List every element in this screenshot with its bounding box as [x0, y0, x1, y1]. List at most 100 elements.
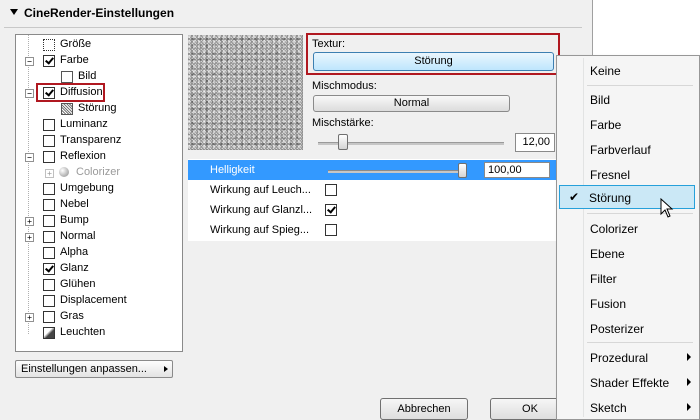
tree-item-umgebung[interactable]: Umgebung: [16, 181, 182, 197]
menu-item-keine[interactable]: Keine: [559, 59, 695, 81]
menu-item-fusion[interactable]: Fusion: [559, 292, 695, 314]
tree-item-label: Farbe: [60, 54, 89, 66]
mix-mode-dropdown[interactable]: Normal: [313, 95, 510, 112]
tree-item-bump[interactable]: + Bump: [16, 213, 182, 229]
menu-item-prozedural[interactable]: Prozedural: [559, 346, 695, 368]
tree-item-stoerung[interactable]: Störung: [16, 101, 182, 117]
menu-item-shader-effekte[interactable]: Shader Effekte: [559, 371, 695, 393]
check-icon: ✔: [569, 190, 580, 204]
expand-icon[interactable]: +: [25, 313, 34, 322]
slider-thumb[interactable]: [458, 163, 467, 178]
checkbox-farbe[interactable]: [43, 55, 55, 67]
property-name: Wirkung auf Glanzl...: [210, 204, 313, 216]
mix-strength-label: Mischstärke:: [312, 117, 374, 129]
checkbox-bump[interactable]: [43, 215, 55, 227]
checkbox-glanz[interactable]: [43, 263, 55, 275]
checkbox-umgebung[interactable]: [43, 183, 55, 195]
tree-item-gras[interactable]: + Gras: [16, 309, 182, 325]
property-row[interactable]: Wirkung auf Spieg...: [188, 220, 558, 240]
menu-item-label: Prozedural: [590, 351, 649, 365]
menu-item-label: Shader Effekte: [590, 376, 670, 390]
tree-item-colorizer[interactable]: + Colorizer: [16, 165, 182, 181]
menu-item-farbverlauf[interactable]: Farbverlauf: [559, 138, 695, 160]
channel-tree[interactable]: Größe − Farbe Bild − Diffusion Störung L…: [15, 34, 183, 352]
tree-item-transparenz[interactable]: Transparenz: [16, 133, 182, 149]
menu-item-posterizer[interactable]: Posterizer: [559, 317, 695, 339]
collapse-icon[interactable]: −: [25, 89, 34, 98]
slider-thumb[interactable]: [338, 134, 348, 150]
checkbox-normal[interactable]: [43, 231, 55, 243]
submenu-arrow-icon: [687, 403, 691, 411]
collapse-icon[interactable]: −: [25, 153, 34, 162]
brightness-input[interactable]: 100,00: [484, 162, 550, 178]
tree-item-label: Alpha: [60, 246, 89, 258]
collapse-icon[interactable]: −: [25, 57, 34, 66]
tree-item-label: Gras: [60, 310, 84, 322]
tree-item-normal[interactable]: + Normal: [16, 229, 182, 245]
property-checkbox[interactable]: [325, 224, 337, 236]
checkbox-nebel[interactable]: [43, 199, 55, 211]
checkbox-transparenz[interactable]: [43, 135, 55, 147]
menu-item-label: Ebene: [590, 247, 625, 261]
menu-item-farbe[interactable]: Farbe: [559, 113, 695, 135]
tree-item-farbe[interactable]: − Farbe: [16, 53, 182, 69]
texture-preview: [188, 35, 303, 150]
tree-item-label: Glühen: [60, 278, 96, 290]
checkbox-gras[interactable]: [43, 311, 55, 323]
property-row[interactable]: Wirkung auf Leuch...: [188, 180, 558, 200]
checkbox-size[interactable]: [43, 39, 55, 51]
menu-item-colorizer[interactable]: Colorizer: [559, 217, 695, 239]
submenu-arrow-icon: [687, 353, 691, 361]
property-row-helligkeit[interactable]: Helligkeit 100,00: [188, 160, 558, 180]
tree-item-label: Störung: [78, 102, 117, 114]
menu-item-label: Fresnel: [590, 168, 631, 182]
tree-item-reflexion[interactable]: − Reflexion: [16, 149, 182, 165]
tree-item-nebel[interactable]: Nebel: [16, 197, 182, 213]
property-row[interactable]: Wirkung auf Glanzl...: [188, 200, 558, 220]
tree-item-label: Transparenz: [60, 134, 122, 146]
checkbox-reflexion[interactable]: [43, 151, 55, 163]
tree-item-groesse[interactable]: Größe: [16, 37, 182, 53]
tree-item-label: Normal: [60, 230, 96, 242]
menu-item-ebene[interactable]: Ebene: [559, 242, 695, 264]
menu-item-label: Filter: [590, 272, 617, 286]
checkbox-displacement[interactable]: [43, 295, 55, 307]
checkbox-luminanz[interactable]: [43, 119, 55, 131]
property-checkbox[interactable]: [325, 204, 337, 216]
property-checkbox[interactable]: [325, 184, 337, 196]
brightness-slider[interactable]: [328, 170, 462, 173]
menu-item-label: Fusion: [590, 297, 627, 311]
collapse-triangle-icon[interactable]: [10, 9, 18, 15]
tree-item-gluehen[interactable]: Glühen: [16, 277, 182, 293]
menu-item-label: Farbe: [590, 118, 622, 132]
mix-strength-input[interactable]: 12,00: [515, 133, 555, 152]
glow-icon[interactable]: [43, 327, 55, 339]
cancel-button[interactable]: Abbrechen: [380, 398, 468, 420]
menu-item-bild[interactable]: Bild: [559, 88, 695, 110]
tree-item-label: Größe: [60, 38, 92, 50]
submenu-arrow-icon: [164, 366, 168, 372]
tree-item-label: Nebel: [60, 198, 89, 210]
checkbox-gluehen[interactable]: [43, 279, 55, 291]
menu-item-label: Colorizer: [590, 222, 639, 236]
expand-icon[interactable]: +: [25, 217, 34, 226]
menu-item-stoerung[interactable]: ✔ Störung: [559, 185, 695, 209]
tree-item-glanz[interactable]: Glanz: [16, 261, 182, 277]
menu-item-filter[interactable]: Filter: [559, 267, 695, 289]
expand-icon[interactable]: +: [25, 233, 34, 242]
tree-item-displacement[interactable]: Displacement: [16, 293, 182, 309]
texture-menu[interactable]: Keine Bild Farbe Farbverlauf Fresnel ✔ S…: [556, 55, 700, 420]
tree-item-luminanz[interactable]: Luminanz: [16, 117, 182, 133]
annotation-frame: [36, 83, 105, 102]
menu-item-sketch[interactable]: Sketch: [559, 396, 695, 418]
sphere-icon: [59, 167, 69, 177]
menu-item-label: Farbverlauf: [590, 143, 651, 157]
checkbox-alpha[interactable]: [43, 247, 55, 259]
adjust-settings-button[interactable]: Einstellungen anpassen...: [15, 360, 173, 378]
menu-item-fresnel[interactable]: Fresnel: [559, 163, 695, 185]
tree-item-alpha[interactable]: Alpha: [16, 245, 182, 261]
tree-item-label: Luminanz: [60, 118, 108, 130]
expand-icon[interactable]: +: [45, 169, 54, 178]
properties-table[interactable]: Helligkeit 100,00 Wirkung auf Leuch... W…: [188, 159, 558, 241]
tree-item-leuchten[interactable]: Leuchten: [16, 325, 182, 341]
